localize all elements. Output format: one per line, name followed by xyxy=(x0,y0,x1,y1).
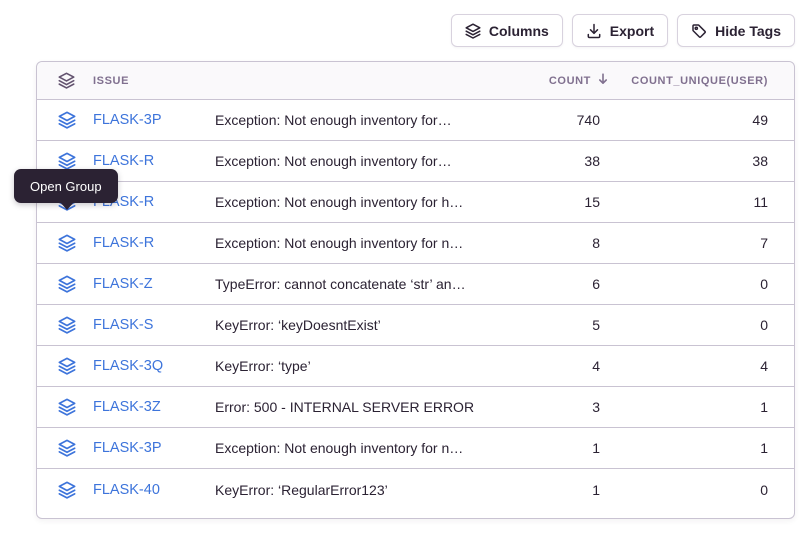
count-unique-value: 0 xyxy=(610,317,794,333)
count-unique-value: 1 xyxy=(610,440,794,456)
table-row[interactable]: FLASK-Z TypeError: cannot concatenate ‘s… xyxy=(37,264,794,305)
count-value: 15 xyxy=(480,194,610,210)
open-group-icon[interactable] xyxy=(37,481,93,499)
table-row[interactable]: FLASK-S KeyError: ‘keyDoesntExist’ 5 0 xyxy=(37,305,794,346)
count-unique-value: 1 xyxy=(610,399,794,415)
count-value: 740 xyxy=(480,112,610,128)
issue-message: KeyError: ‘type’ xyxy=(215,358,480,374)
open-group-tooltip: Open Group xyxy=(14,169,118,203)
open-group-icon[interactable] xyxy=(37,357,93,375)
export-button[interactable]: Export xyxy=(572,14,668,47)
issue-link[interactable]: FLASK-3P xyxy=(93,112,215,128)
count-value: 1 xyxy=(480,440,610,456)
count-value: 8 xyxy=(480,235,610,251)
stack-icon xyxy=(465,23,481,39)
count-value: 3 xyxy=(480,399,610,415)
issue-link[interactable]: FLASK-3P xyxy=(93,440,215,456)
table-row[interactable]: FLASK-R Exception: Not enough inventory … xyxy=(37,141,794,182)
open-group-icon[interactable] xyxy=(37,398,93,416)
table-body: FLASK-3P Exception: Not enough inventory… xyxy=(37,100,794,510)
issue-link[interactable]: FLASK-3Q xyxy=(93,358,215,374)
count-unique-value: 38 xyxy=(610,153,794,169)
columns-button-label: Columns xyxy=(489,23,549,39)
open-group-icon[interactable] xyxy=(37,234,93,252)
column-header-issue[interactable]: ISSUE xyxy=(93,75,215,87)
issue-message: KeyError: ‘keyDoesntExist’ xyxy=(215,317,480,333)
count-unique-value: 7 xyxy=(610,235,794,251)
column-header-count[interactable]: COUNT xyxy=(480,72,610,89)
table-row[interactable]: FLASK-3Q KeyError: ‘type’ 4 4 xyxy=(37,346,794,387)
table-header: ISSUE COUNT COUNT_UNIQUE(USER) xyxy=(37,62,794,100)
count-unique-value: 4 xyxy=(610,358,794,374)
open-group-icon[interactable] xyxy=(37,439,93,457)
issue-message: KeyError: ‘RegularError123’ xyxy=(215,482,480,498)
table-row[interactable]: FLASK-3Z Error: 500 - INTERNAL SERVER ER… xyxy=(37,387,794,428)
table-row[interactable]: FLASK-R Exception: Not enough inventory … xyxy=(37,182,794,223)
issue-message: TypeError: cannot concatenate ‘str’ an… xyxy=(215,276,480,292)
issue-message: Exception: Not enough inventory for… xyxy=(215,153,480,169)
table-row[interactable]: FLASK-3P Exception: Not enough inventory… xyxy=(37,428,794,469)
issues-table: ISSUE COUNT COUNT_UNIQUE(USER) FLASK-3P … xyxy=(36,61,795,519)
issue-link[interactable]: FLASK-40 xyxy=(93,482,215,498)
export-button-label: Export xyxy=(610,23,654,39)
open-group-icon[interactable] xyxy=(37,316,93,334)
open-group-icon[interactable] xyxy=(37,111,93,129)
issue-link[interactable]: FLASK-R xyxy=(93,235,215,251)
table-row[interactable]: FLASK-3P Exception: Not enough inventory… xyxy=(37,100,794,141)
count-value: 5 xyxy=(480,317,610,333)
count-unique-value: 0 xyxy=(610,276,794,292)
table-row[interactable]: FLASK-R Exception: Not enough inventory … xyxy=(37,223,794,264)
open-group-icon[interactable] xyxy=(37,152,93,170)
download-icon xyxy=(586,23,602,39)
issue-message: Exception: Not enough inventory for h… xyxy=(215,194,480,210)
open-group-icon[interactable] xyxy=(37,275,93,293)
count-value: 4 xyxy=(480,358,610,374)
hide-tags-button[interactable]: Hide Tags xyxy=(677,14,795,47)
issue-link[interactable]: FLASK-S xyxy=(93,317,215,333)
toolbar: Columns Export Hide Tags xyxy=(36,14,795,47)
column-header-count-unique[interactable]: COUNT_UNIQUE(USER) xyxy=(610,75,794,87)
table-row[interactable]: FLASK-40 KeyError: ‘RegularError123’ 1 0 xyxy=(37,469,794,510)
hide-tags-button-label: Hide Tags xyxy=(715,23,781,39)
count-value: 1 xyxy=(480,482,610,498)
count-unique-value: 0 xyxy=(610,482,794,498)
tag-icon xyxy=(691,23,707,39)
open-group-tooltip-label: Open Group xyxy=(30,179,102,194)
issue-message: Exception: Not enough inventory for n… xyxy=(215,440,480,456)
count-value: 38 xyxy=(480,153,610,169)
issue-message: Exception: Not enough inventory for n… xyxy=(215,235,480,251)
stack-icon xyxy=(37,72,93,89)
issue-message: Error: 500 - INTERNAL SERVER ERROR xyxy=(215,399,480,415)
arrow-down-icon xyxy=(596,72,610,89)
issue-message: Exception: Not enough inventory for… xyxy=(215,112,480,128)
count-unique-value: 11 xyxy=(610,194,794,210)
count-unique-value: 49 xyxy=(610,112,794,128)
issue-link[interactable]: FLASK-3Z xyxy=(93,399,215,415)
issue-link[interactable]: FLASK-R xyxy=(93,153,215,169)
issue-link[interactable]: FLASK-Z xyxy=(93,276,215,292)
columns-button[interactable]: Columns xyxy=(451,14,563,47)
count-value: 6 xyxy=(480,276,610,292)
